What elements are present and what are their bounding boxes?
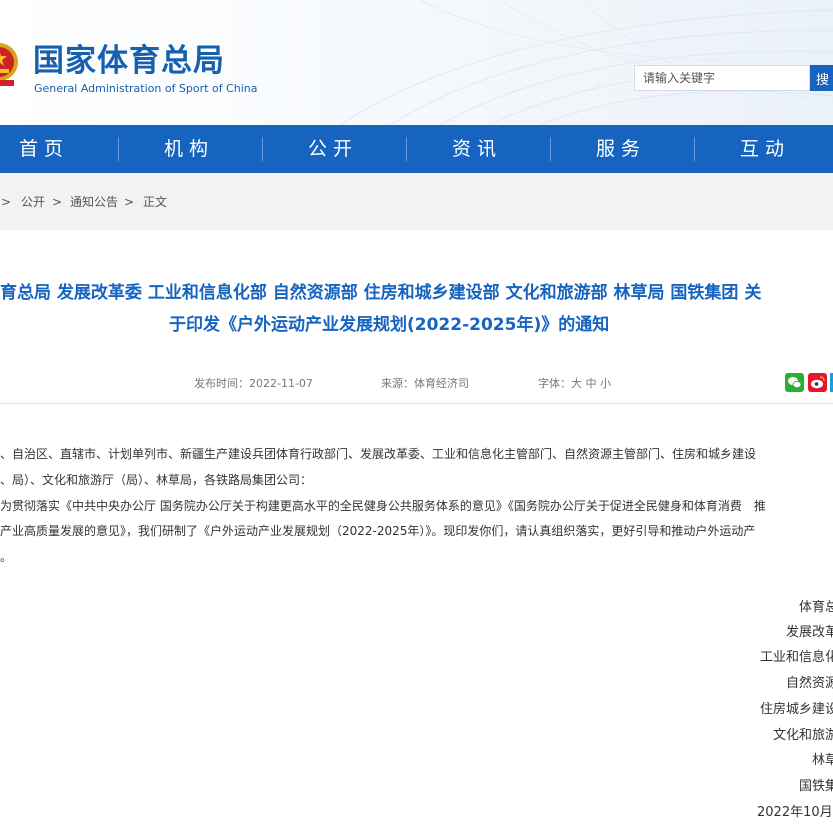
main-nav: 首页 机构 公开 资讯 服务 互动 bbox=[0, 125, 833, 173]
nav-item-home[interactable]: 首页 bbox=[0, 125, 116, 173]
font-size-switcher[interactable]: 字体：大 中 小 bbox=[538, 377, 611, 390]
breadcrumb-link-notices[interactable]: 通知公告 bbox=[70, 195, 118, 209]
body-paragraph-line: 、局）、文化和旅游厅（局）、林草局，各铁路局集团公司： bbox=[0, 473, 313, 487]
signatory: 文化和旅游 bbox=[773, 728, 833, 743]
body-paragraph-line: 为贯彻落实《中共中央办公厅 国务院办公厅关于构建更高水平的全民健身公共服务体系的… bbox=[0, 499, 766, 513]
nav-item-public[interactable]: 公开 bbox=[261, 125, 405, 173]
signatory: 自然资源 bbox=[786, 676, 833, 691]
site-logo-subtitle: General Administration of Sport of China bbox=[34, 82, 258, 95]
nav-item-services[interactable]: 服务 bbox=[549, 125, 693, 173]
nav-item-organization[interactable]: 机构 bbox=[117, 125, 261, 173]
site-header: 国家体育总局 General Administration of Sport o… bbox=[0, 0, 833, 125]
divider bbox=[0, 403, 833, 404]
breadcrumb-separator: > bbox=[52, 195, 63, 209]
article-source: 来源：体育经济司 bbox=[381, 377, 469, 390]
breadcrumb: > 公开 > 通知公告 > 正文 bbox=[0, 173, 833, 230]
publish-time: 发布时间：2022-11-07 bbox=[194, 377, 313, 390]
breadcrumb-separator: > bbox=[124, 195, 135, 209]
document-date: 2022年10月25 bbox=[757, 805, 833, 820]
signatory: 工业和信息化 bbox=[760, 650, 833, 665]
article-title-line-1: 育总局 发展改革委 工业和信息化部 自然资源部 住房和城乡建设部 文化和旅游部 … bbox=[0, 283, 762, 303]
article-title-line-2: 于印发《户外运动产业发展规划(2022-2025年)》的通知 bbox=[169, 315, 610, 335]
signatory: 林草 bbox=[812, 753, 833, 768]
body-paragraph-line: 产业高质量发展的意见》，我们研制了《户外运动产业发展规划（2022-2025年）… bbox=[0, 524, 756, 538]
weibo-icon[interactable] bbox=[808, 373, 827, 392]
body-paragraph-line: 、自治区、直辖市、计划单列市、新疆生产建设兵团体育行政部门、发展改革委、工业和信… bbox=[0, 447, 757, 461]
breadcrumb-separator: > bbox=[1, 195, 12, 209]
breadcrumb-current: 正文 bbox=[143, 195, 168, 209]
breadcrumb-link-public[interactable]: 公开 bbox=[21, 195, 45, 209]
signatory: 住房城乡建设 bbox=[760, 702, 833, 717]
header-background-lines bbox=[339, 0, 833, 125]
nav-item-news[interactable]: 资讯 bbox=[405, 125, 549, 173]
wechat-icon[interactable] bbox=[785, 373, 804, 392]
nav-item-interaction[interactable]: 互动 bbox=[693, 125, 833, 173]
national-emblem-icon bbox=[0, 43, 18, 86]
search-button[interactable]: 搜 bbox=[810, 65, 833, 91]
body-paragraph-line: 。 bbox=[0, 550, 13, 564]
site-logo-title[interactable]: 国家体育总局 bbox=[33, 41, 225, 81]
search-input[interactable] bbox=[634, 65, 810, 91]
signatory: 发展改革 bbox=[786, 625, 833, 640]
signatory: 国铁集 bbox=[799, 779, 833, 794]
signatory: 体育总 bbox=[799, 600, 833, 615]
